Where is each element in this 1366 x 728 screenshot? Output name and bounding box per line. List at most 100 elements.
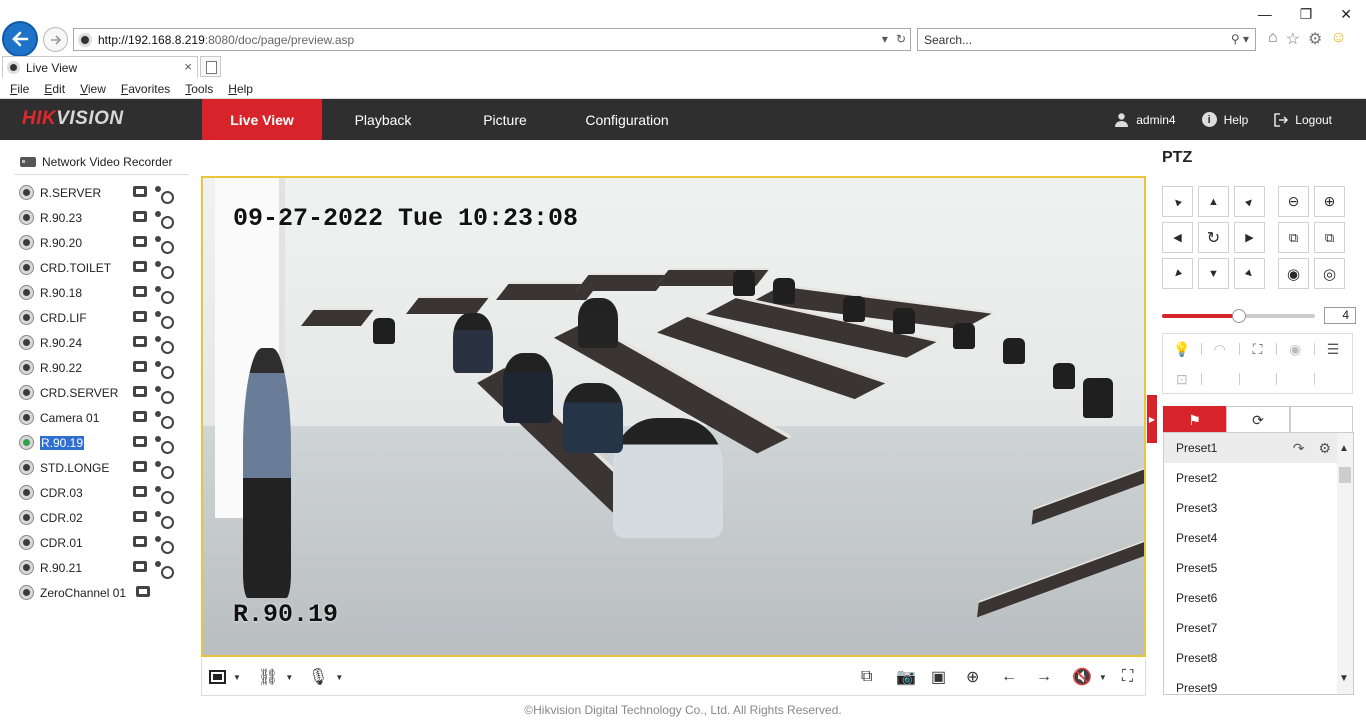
channel-item[interactable]: CDR.02 <box>20 505 190 530</box>
menu-tools[interactable]: Tools <box>185 82 213 96</box>
preset-item[interactable]: Preset7 <box>1164 613 1353 643</box>
ptz-up-button[interactable]: ▲ <box>1198 186 1229 217</box>
stream-select-icon[interactable] <box>155 486 174 504</box>
channel-item[interactable]: R.90.22 <box>20 355 190 380</box>
ptz-down-right-button[interactable]: ▼ <box>1234 258 1265 289</box>
ptz-up-right-button[interactable]: ▲ <box>1234 186 1265 217</box>
iris-close-button[interactable]: ◎ <box>1314 258 1345 289</box>
start-recording-icon[interactable] <box>136 586 150 597</box>
start-recording-icon[interactable] <box>133 286 147 297</box>
start-recording-icon[interactable] <box>133 186 147 197</box>
ptz-auto-button[interactable]: ↻ <box>1198 222 1229 253</box>
stream-type-button[interactable]: ⛓ ▼ <box>258 668 293 686</box>
ptz-speed-value[interactable]: 4 <box>1324 307 1356 324</box>
stream-select-icon[interactable] <box>155 411 174 429</box>
scroll-thumb[interactable] <box>1339 467 1351 483</box>
address-bar[interactable]: http://192.168.8.219:8080/doc/page/previ… <box>73 28 911 51</box>
preset-item[interactable]: Preset3 <box>1164 493 1353 523</box>
stream-select-icon[interactable] <box>155 236 174 254</box>
stream-select-icon[interactable] <box>155 336 174 354</box>
start-recording-icon[interactable] <box>133 261 147 272</box>
two-way-audio-button[interactable]: 🎙 ▼ <box>308 668 343 686</box>
tab-picture[interactable]: Picture <box>444 99 566 140</box>
collapse-panel-button[interactable]: ▶ <box>1147 395 1157 443</box>
channel-item[interactable]: CRD.LIF <box>20 305 190 330</box>
scroll-up-icon[interactable]: ▲ <box>1339 443 1349 454</box>
stream-select-icon[interactable] <box>155 561 174 579</box>
channel-item[interactable]: CRD.SERVER <box>20 380 190 405</box>
preset-item[interactable]: Preset8 <box>1164 643 1353 673</box>
start-recording-icon[interactable] <box>133 486 147 497</box>
favorites-star-icon[interactable]: ☆ <box>1286 29 1300 49</box>
ptz-left-button[interactable]: ◀ <box>1162 222 1193 253</box>
fullscreen-button[interactable]: ⛶ <box>1122 668 1133 686</box>
menu-file[interactable]: File <box>10 82 29 96</box>
ptz-up-left-button[interactable]: ▲ <box>1162 186 1193 217</box>
channel-item[interactable]: R.90.23 <box>20 205 190 230</box>
tree-root-nvr[interactable]: Network Video Recorder <box>20 155 173 169</box>
start-recording-icon[interactable] <box>133 311 147 322</box>
start-recording-icon[interactable] <box>133 336 147 347</box>
start-recording-icon[interactable] <box>133 561 147 572</box>
wiper-icon[interactable]: ◠ <box>1200 334 1239 364</box>
preset-item[interactable]: Preset6 <box>1164 583 1353 613</box>
minimize-icon[interactable]: — <box>1258 6 1272 23</box>
stream-select-icon[interactable] <box>155 186 174 204</box>
close-window-icon[interactable]: ✕ <box>1340 6 1352 23</box>
tab-configuration[interactable]: Configuration <box>566 99 688 140</box>
ptz-speed-slider[interactable] <box>1162 309 1315 323</box>
stream-select-icon[interactable] <box>155 261 174 279</box>
channel-item[interactable]: R.90.20 <box>20 230 190 255</box>
digital-zoom-button[interactable]: ⊕ <box>966 668 979 686</box>
start-recording-icon[interactable] <box>133 361 147 372</box>
tab-playback[interactable]: Playback <box>322 99 444 140</box>
tab-patterns[interactable] <box>1289 406 1353 433</box>
stream-select-icon[interactable] <box>155 436 174 454</box>
dropdown-arrow-icon[interactable]: ▾ <box>882 32 888 46</box>
preset-item[interactable]: Preset1 ↷ ⚙ <box>1164 433 1353 463</box>
focus-near-button[interactable]: ⧉ <box>1278 222 1309 253</box>
slider-knob[interactable] <box>1231 309 1246 323</box>
menu-favorites[interactable]: Favorites <box>121 82 170 96</box>
start-recording-icon[interactable] <box>133 536 147 547</box>
start-recording-icon[interactable] <box>133 236 147 247</box>
browser-tab[interactable]: Live View × <box>2 56 198 78</box>
preset-item[interactable]: Preset5 <box>1164 553 1353 583</box>
start-recording-icon[interactable] <box>133 461 147 472</box>
menu-view[interactable]: View <box>80 82 106 96</box>
start-recording-icon[interactable] <box>133 211 147 222</box>
stream-select-icon[interactable] <box>155 536 174 554</box>
start-recording-icon[interactable] <box>133 511 147 522</box>
previous-page-button[interactable]: ← <box>1001 668 1017 686</box>
iris-open-button[interactable]: ◉ <box>1278 258 1309 289</box>
tab-presets[interactable]: ⚑ <box>1163 406 1227 433</box>
restore-icon[interactable]: ❐ <box>1300 6 1313 23</box>
preset-scrollbar[interactable]: ▲ ▼ <box>1337 433 1353 694</box>
light-icon[interactable]: 💡 <box>1163 334 1201 364</box>
menu-icon[interactable]: ☰ <box>1314 334 1352 364</box>
user-menu[interactable]: admin4 <box>1114 112 1176 127</box>
feedback-smiley-icon[interactable]: ☺ <box>1330 29 1346 49</box>
stop-all-preview-button[interactable]: ⧉ <box>861 668 872 686</box>
record-button[interactable]: ▣ <box>931 668 946 686</box>
channel-item[interactable]: R.90.21 <box>20 555 190 580</box>
ptz-down-left-button[interactable]: ▼ <box>1162 258 1193 289</box>
stream-select-icon[interactable] <box>155 511 174 529</box>
ptz-right-button[interactable]: ▶ <box>1234 222 1265 253</box>
focus-far-button[interactable]: ⧉ <box>1314 222 1345 253</box>
channel-item[interactable]: R.90.24 <box>20 330 190 355</box>
refresh-icon[interactable]: ↻ <box>896 32 906 46</box>
call-preset-icon[interactable]: ↷ <box>1293 433 1305 463</box>
channel-item[interactable]: CRD.TOILET <box>20 255 190 280</box>
menu-edit[interactable]: Edit <box>44 82 65 96</box>
channel-item[interactable]: STD.LONGE <box>20 455 190 480</box>
zoom-in-button[interactable]: ⊕ <box>1314 186 1345 217</box>
capture-button[interactable]: 📷 <box>896 668 916 686</box>
new-tab-button[interactable] <box>200 56 221 77</box>
logout-link[interactable]: Logout <box>1274 113 1332 127</box>
channel-item[interactable]: R.90.19 <box>20 430 190 455</box>
back-button[interactable] <box>2 21 38 57</box>
preset-item[interactable]: Preset4 <box>1164 523 1353 553</box>
search-icon[interactable]: ⚲ ▾ <box>1231 32 1249 46</box>
home-icon[interactable]: ⌂ <box>1268 29 1278 49</box>
